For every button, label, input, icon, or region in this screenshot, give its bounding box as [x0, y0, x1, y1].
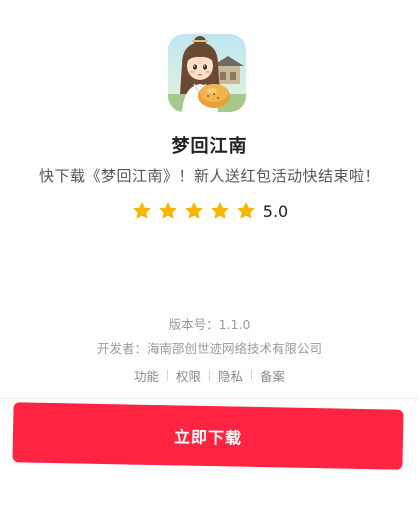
app-icon: [168, 34, 246, 112]
promo-text: 快下载《梦回江南》！新人送红包活动快结束啦！: [38, 167, 380, 185]
rating-score: 5.0: [262, 201, 289, 221]
app-title: 梦回江南: [171, 136, 248, 157]
info-links: 功能 权限 隐私 备案: [0, 366, 419, 385]
game-character-icon: [168, 34, 246, 112]
link-features[interactable]: 功能: [126, 366, 167, 385]
link-permissions[interactable]: 权限: [168, 366, 209, 385]
rating-stars: [131, 200, 257, 222]
star-icon: [184, 202, 203, 219]
divider: [0, 398, 419, 399]
link-filing[interactable]: 备案: [252, 366, 293, 385]
link-privacy[interactable]: 隐私: [210, 366, 251, 385]
star-icon: [236, 202, 255, 219]
star-icon: [132, 202, 151, 219]
version-text: 版本号：1.1.0: [168, 317, 251, 332]
star-icon: [158, 202, 177, 219]
download-button[interactable]: 立即下载: [12, 402, 404, 470]
star-icon: [210, 202, 229, 219]
app-download-page: 梦回江南 快下载《梦回江南》！新人送红包活动快结束啦！ 5.0 版本号：1.1.…: [0, 0, 419, 521]
rating-row: 5.0: [0, 200, 419, 222]
developer-text: 开发者：海南邵创世迹网络技术有限公司: [96, 341, 322, 356]
